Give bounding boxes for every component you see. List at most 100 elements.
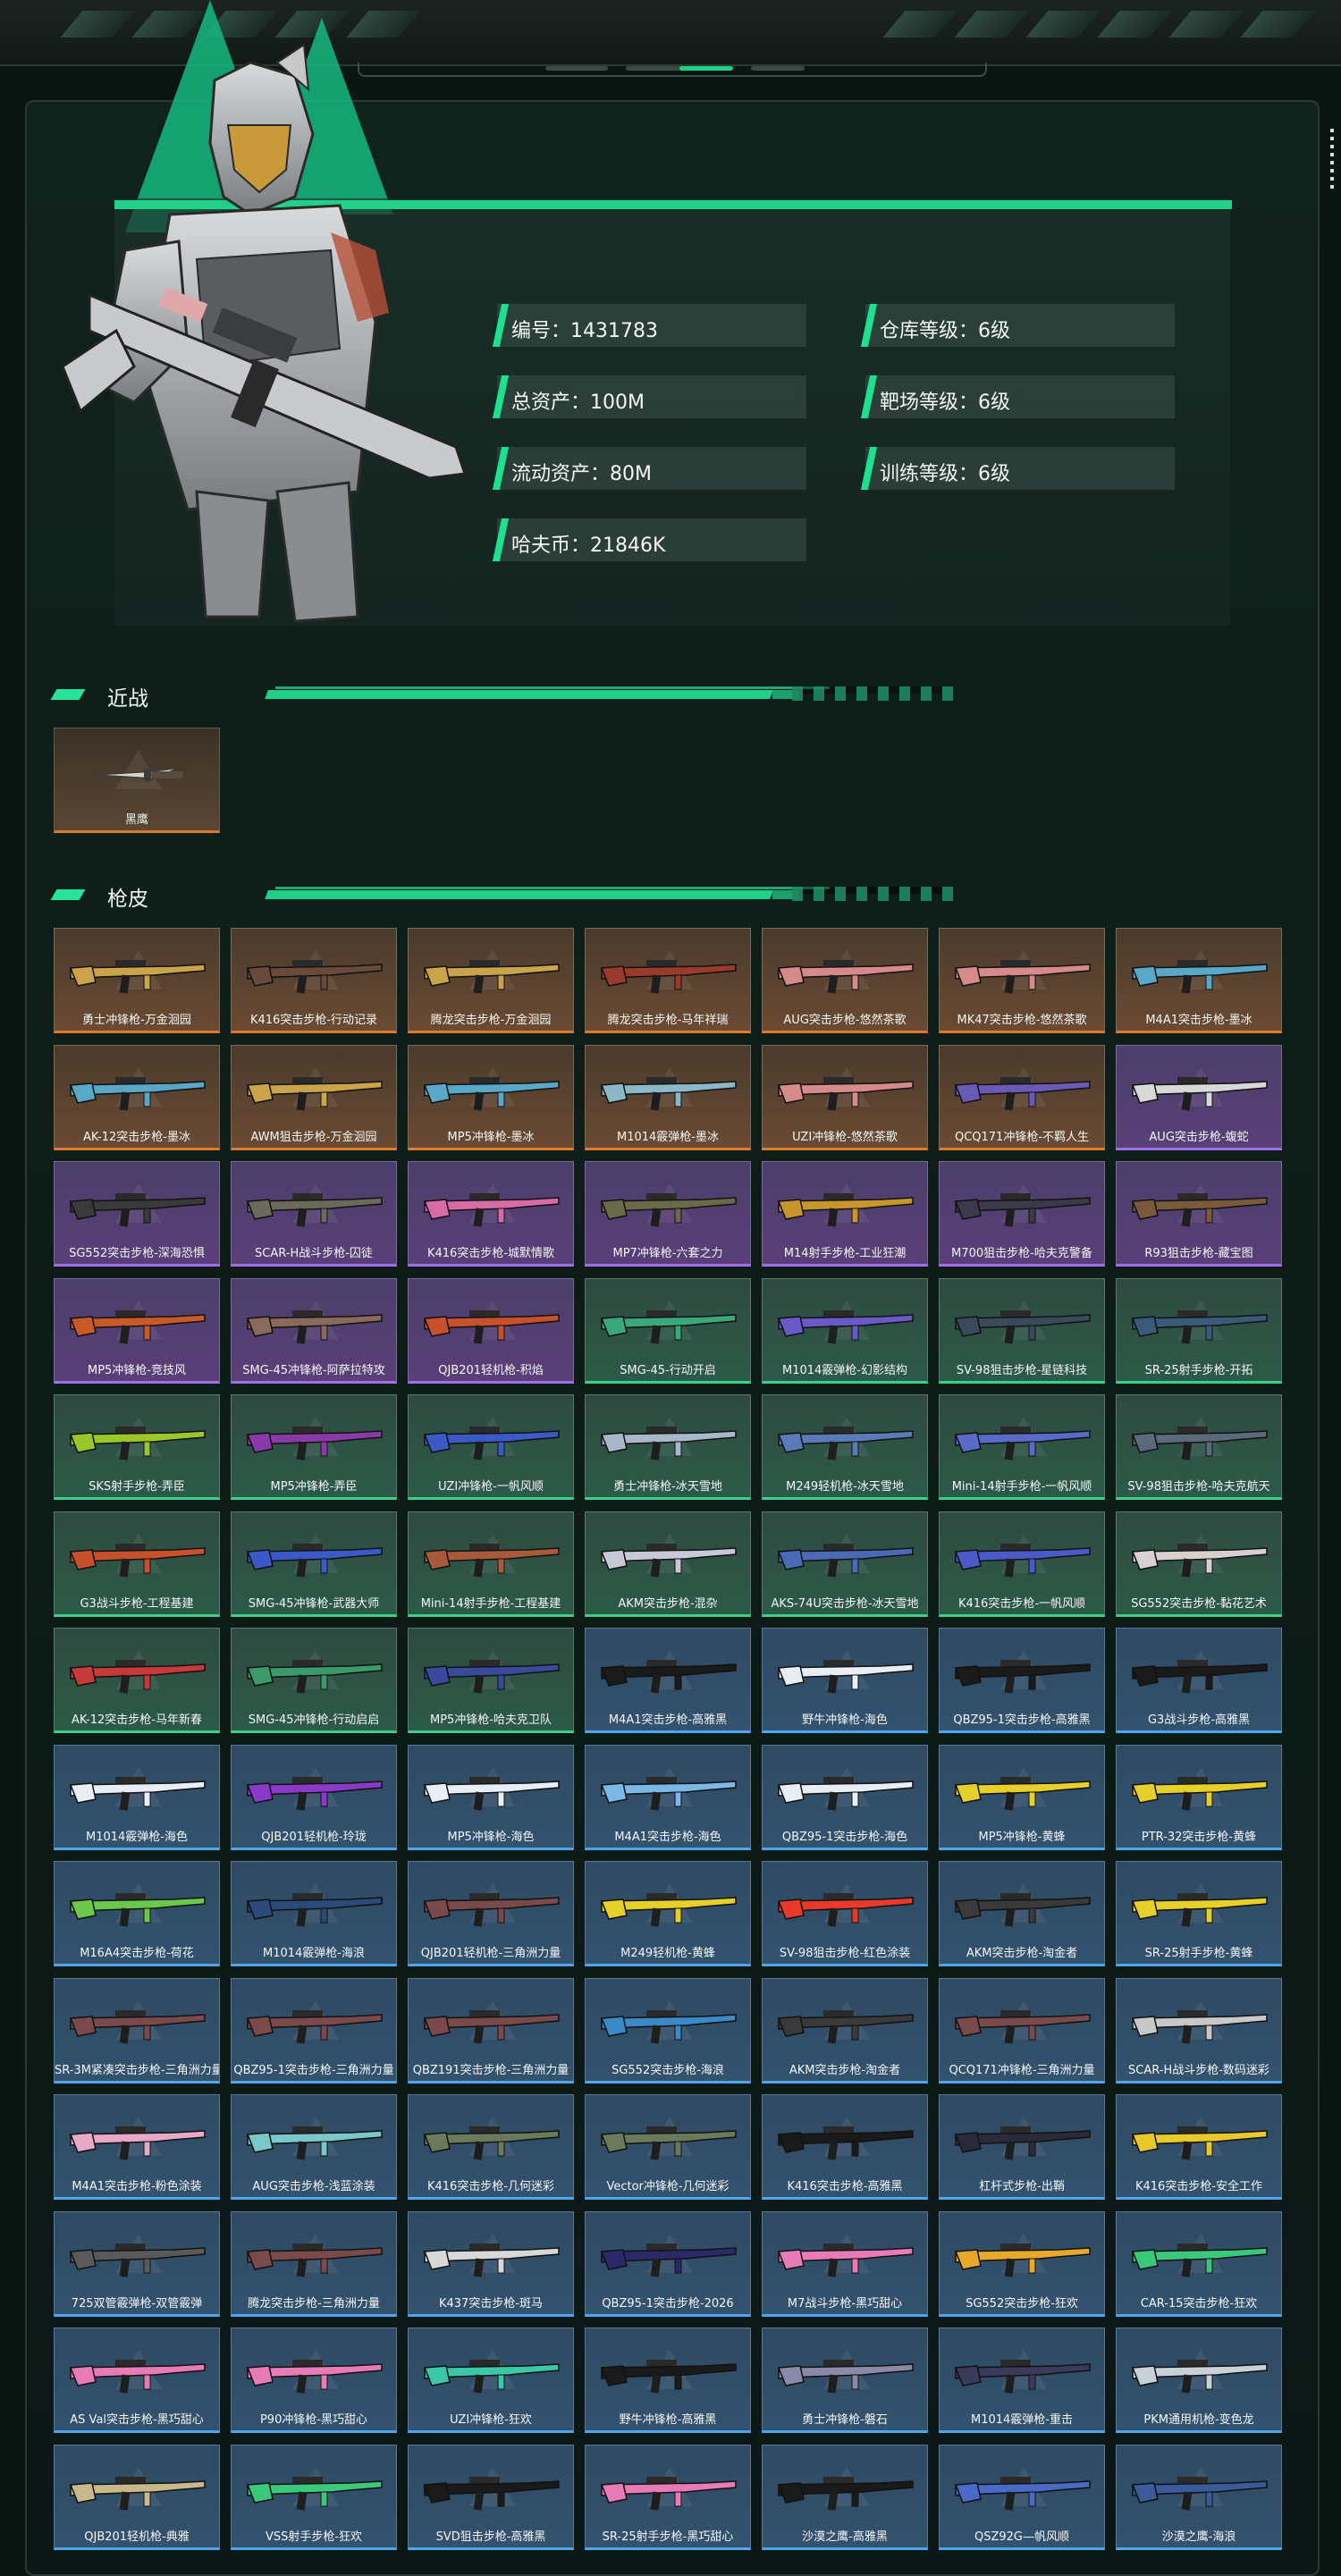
- skin-card[interactable]: MP5冲锋枪-海色: [408, 1744, 574, 1850]
- skin-card[interactable]: QBZ95-1突击步枪-高雅黑: [939, 1628, 1105, 1733]
- skin-card[interactable]: MP5冲锋枪-弄臣: [231, 1394, 397, 1500]
- melee-item-card[interactable]: 黑鹰: [54, 728, 220, 833]
- skin-card[interactable]: QCQ171冲锋枪-不羁人生: [939, 1044, 1105, 1150]
- skin-card[interactable]: M1014霰弹枪-重击: [939, 2328, 1105, 2433]
- skin-card[interactable]: M1014霰弹枪-墨冰: [585, 1044, 751, 1150]
- skin-card[interactable]: K416突击步枪-一帆风顺: [939, 1511, 1105, 1617]
- skin-card[interactable]: M14射手步枪-工业狂潮: [762, 1161, 928, 1267]
- skin-card[interactable]: SCAR-H战斗步枪-囚徒: [231, 1161, 397, 1267]
- skin-card[interactable]: QJB201轻机枪-玲珑: [231, 1744, 397, 1850]
- skin-card[interactable]: G3战斗步枪-高雅黑: [1116, 1628, 1282, 1733]
- skin-card[interactable]: SR-25射手步枪-黄蜂: [1116, 1861, 1282, 1966]
- skin-card[interactable]: SVD狙击步枪-高雅黑: [408, 2444, 574, 2550]
- skin-card[interactable]: QSZ92G—帆风顺: [939, 2444, 1105, 2550]
- skin-card[interactable]: AUG突击步枪-蝮蛇: [1116, 1044, 1282, 1150]
- skin-card[interactable]: UZI冲锋枪-悠然茶歌: [762, 1044, 928, 1150]
- skin-card[interactable]: QJB201轻机枪-三角洲力量: [408, 1861, 574, 1966]
- skin-card[interactable]: AUG突击步枪-浅蓝涂装: [231, 2094, 397, 2200]
- skin-card[interactable]: SR-25射手步枪-开拓: [1116, 1277, 1282, 1384]
- skin-card[interactable]: AKS-74U突击步枪-冰天雪地: [762, 1511, 928, 1617]
- skin-card[interactable]: QJB201轻机枪-典雅: [54, 2444, 220, 2550]
- skin-card[interactable]: 725双管霰弹枪-双管霰弹: [54, 2210, 220, 2317]
- skin-card[interactable]: SMG-45-行动开启: [585, 1277, 751, 1384]
- skin-card[interactable]: AKM突击步枪-淘金者: [939, 1861, 1105, 1966]
- skin-card[interactable]: 腾龙突击步枪-三角洲力量: [231, 2210, 397, 2317]
- skin-card[interactable]: QBZ191突击步枪-三角洲力量: [408, 1977, 574, 2084]
- skin-card[interactable]: SG552突击步枪-海浪: [585, 1977, 751, 2084]
- skin-card[interactable]: QBZ95-1突击步枪-海色: [762, 1744, 928, 1850]
- skin-card[interactable]: 腾龙突击步枪-马年祥瑞: [585, 928, 751, 1033]
- skin-card[interactable]: 腾龙突击步枪-万金洄园: [408, 928, 574, 1033]
- skin-card[interactable]: AK-12突击步枪-墨冰: [54, 1044, 220, 1150]
- skin-card[interactable]: 勇士冲锋枪-冰天雪地: [585, 1394, 751, 1500]
- skin-card[interactable]: M4A1突击步枪-粉色涂装: [54, 2094, 220, 2200]
- skin-card[interactable]: MK47突击步枪-悠然茶歌: [939, 928, 1105, 1033]
- skin-card[interactable]: G3战斗步枪-工程基建: [54, 1511, 220, 1617]
- skin-card[interactable]: QBZ95-1突击步枪-三角洲力量: [231, 1977, 397, 2084]
- skin-card[interactable]: UZI冲锋枪-狂欢: [408, 2328, 574, 2433]
- skin-card[interactable]: SCAR-H战斗步枪-数码迷彩: [1116, 1977, 1282, 2084]
- skin-card[interactable]: MP5冲锋枪-黄蜂: [939, 1744, 1105, 1850]
- skin-card[interactable]: M1014霰弹枪-海色: [54, 1744, 220, 1850]
- skin-card[interactable]: SV-98狙击步枪-哈夫克航天: [1116, 1394, 1282, 1500]
- skin-card[interactable]: M1014霰弹枪-海浪: [231, 1861, 397, 1966]
- skin-card[interactable]: K416突击步枪-城默情歌: [408, 1161, 574, 1267]
- skin-card[interactable]: SV-98狙击步枪-红色涂装: [762, 1861, 928, 1966]
- skin-card[interactable]: SR-25射手步枪-黑巧甜心: [585, 2444, 751, 2550]
- skin-card[interactable]: AK-12突击步枪-马年新春: [54, 1628, 220, 1733]
- skin-card[interactable]: CAR-15突击步枪-狂欢: [1116, 2210, 1282, 2317]
- skin-card[interactable]: K416突击步枪-几何迷彩: [408, 2094, 574, 2200]
- skin-card[interactable]: Vector冲锋枪-几何迷彩: [585, 2094, 751, 2200]
- skin-card[interactable]: K416突击步枪-安全工作: [1116, 2094, 1282, 2200]
- skin-card[interactable]: 野牛冲锋枪-高雅黑: [585, 2328, 751, 2433]
- skin-card[interactable]: MP5冲锋枪-竞技风: [54, 1277, 220, 1384]
- skin-card[interactable]: SMG-45冲锋枪-阿萨拉特攻: [231, 1277, 397, 1384]
- skin-card[interactable]: SG552突击步枪-狂欢: [939, 2210, 1105, 2317]
- skin-card[interactable]: K416突击步枪-高雅黑: [762, 2094, 928, 2200]
- skin-card[interactable]: AWM狙击步枪-万金洄园: [231, 1044, 397, 1150]
- skin-card[interactable]: M4A1突击步枪-墨冰: [1116, 928, 1282, 1033]
- skin-card[interactable]: QJB201轻机枪-积焰: [408, 1277, 574, 1384]
- skin-card[interactable]: SR-3M紧凑突击步枪-三角洲力量: [54, 1977, 220, 2084]
- skin-card[interactable]: AKM突击步枪-淘金者: [762, 1977, 928, 2084]
- skin-card[interactable]: M249轻机枪-冰天雪地: [762, 1394, 928, 1500]
- skin-card[interactable]: SMG-45冲锋枪-武器大师: [231, 1511, 397, 1617]
- skin-card[interactable]: AS Val突击步枪-黑巧甜心: [54, 2328, 220, 2433]
- skin-card[interactable]: M4A1突击步枪-高雅黑: [585, 1628, 751, 1733]
- skin-card[interactable]: 勇士冲锋枪-万金洄园: [54, 928, 220, 1033]
- skin-card[interactable]: M1014霰弹枪-幻影结构: [762, 1277, 928, 1384]
- skin-card[interactable]: MP5冲锋枪-墨冰: [408, 1044, 574, 1150]
- skin-card[interactable]: SKS射手步枪-弄臣: [54, 1394, 220, 1500]
- skin-card[interactable]: P90冲锋枪-黑巧甜心: [231, 2328, 397, 2433]
- skin-card[interactable]: Mini-14射手步枪-一帆风顺: [939, 1394, 1105, 1500]
- skin-card[interactable]: PTR-32突击步枪-黄蜂: [1116, 1744, 1282, 1850]
- skin-card[interactable]: K437突击步枪-斑马: [408, 2210, 574, 2317]
- skin-card[interactable]: SG552突击步枪-深海恐惧: [54, 1161, 220, 1267]
- skin-card[interactable]: K416突击步枪-行动记录: [231, 928, 397, 1033]
- skin-card[interactable]: M7战斗步枪-黑巧甜心: [762, 2210, 928, 2317]
- skin-card[interactable]: M700狙击步枪-哈夫克警备: [939, 1161, 1105, 1267]
- skin-card[interactable]: VSS射手步枪-狂欢: [231, 2444, 397, 2550]
- skin-card[interactable]: M249轻机枪-黄蜂: [585, 1861, 751, 1966]
- skin-card[interactable]: MP5冲锋枪-哈夫克卫队: [408, 1628, 574, 1733]
- skin-card[interactable]: R93狙击步枪-藏宝图: [1116, 1161, 1282, 1267]
- skin-card[interactable]: SG552突击步枪-黏花艺术: [1116, 1511, 1282, 1617]
- skin-card[interactable]: PKM通用机枪-变色龙: [1116, 2328, 1282, 2433]
- skin-card[interactable]: 野牛冲锋枪-海色: [762, 1628, 928, 1733]
- skin-card[interactable]: AKM突击步枪-混杂: [585, 1511, 751, 1617]
- skin-card[interactable]: AUG突击步枪-悠然茶歌: [762, 928, 928, 1033]
- skin-card[interactable]: QBZ95-1突击步枪-2026: [585, 2210, 751, 2317]
- skin-card[interactable]: 沙漠之鹰-高雅黑: [762, 2444, 928, 2550]
- skin-card[interactable]: 杠杆式步枪-出鞘: [939, 2094, 1105, 2200]
- scroll-dots-icon[interactable]: [1330, 129, 1334, 193]
- skin-card[interactable]: MP7冲锋枪-六套之力: [585, 1161, 751, 1267]
- skin-card[interactable]: M16A4突击步枪-荷花: [54, 1861, 220, 1966]
- skin-card[interactable]: SV-98狙击步枪-星链科技: [939, 1277, 1105, 1384]
- skin-card[interactable]: M4A1突击步枪-海色: [585, 1744, 751, 1850]
- skin-card[interactable]: SMG-45冲锋枪-行动启启: [231, 1628, 397, 1733]
- skin-card[interactable]: Mini-14射手步枪-工程基建: [408, 1511, 574, 1617]
- skin-card[interactable]: 沙漠之鹰-海浪: [1116, 2444, 1282, 2550]
- skin-card[interactable]: UZI冲锋枪-一帆风顺: [408, 1394, 574, 1500]
- skin-card[interactable]: 勇士冲锋枪-磐石: [762, 2328, 928, 2433]
- skin-card[interactable]: QCQ171冲锋枪-三角洲力量: [939, 1977, 1105, 2084]
